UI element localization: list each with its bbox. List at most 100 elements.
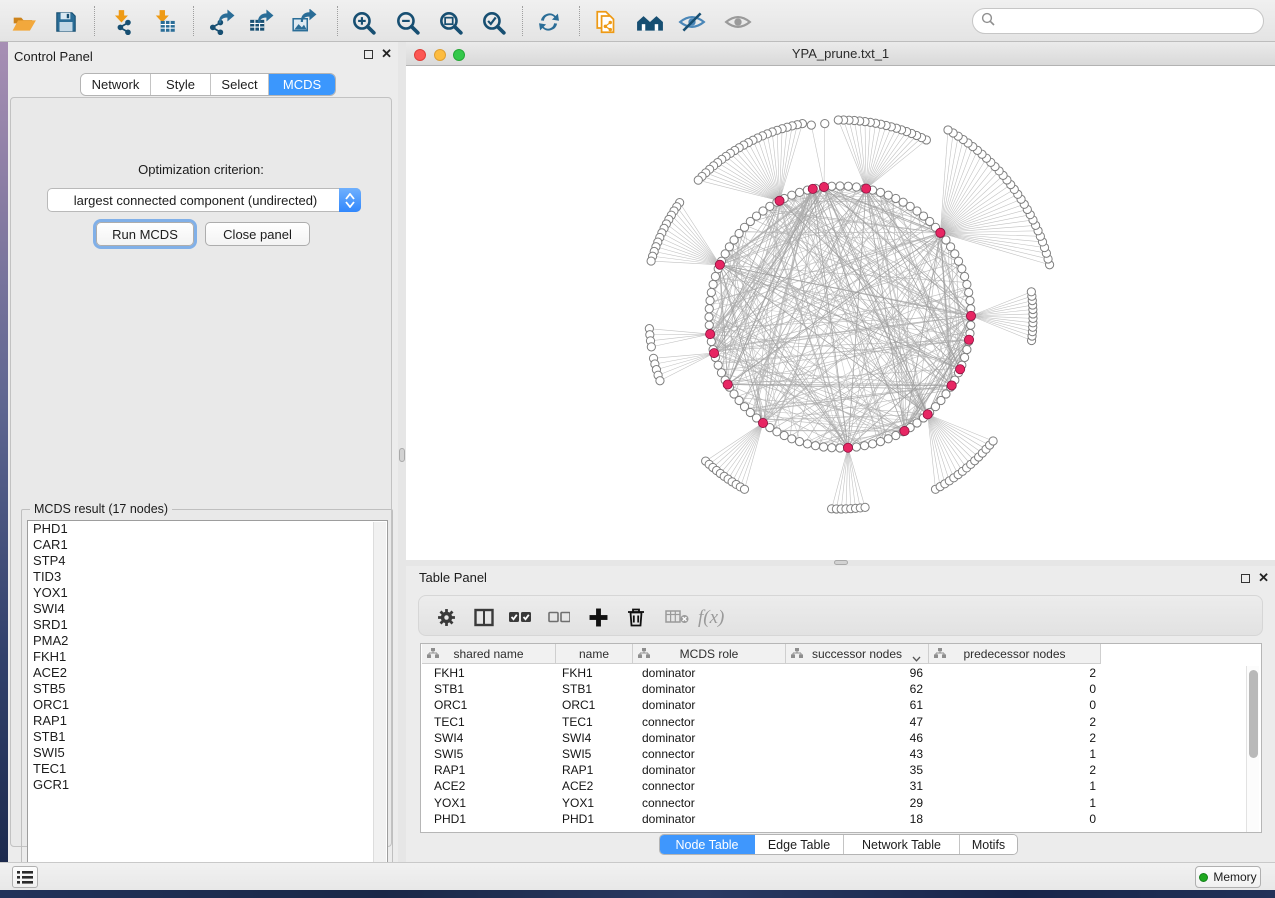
network-canvas[interactable] [406,66,1275,560]
task-history-button[interactable] [12,866,38,888]
mcds-result-list[interactable]: PHD1CAR1STP4TID3YOX1SWI4SRD1PMA2FKH1ACE2… [27,520,388,875]
mcds-result-item[interactable]: ORC1 [28,697,387,713]
search-input[interactable] [1000,14,1263,29]
export-image-icon[interactable] [290,8,318,36]
table-cell[interactable]: 2 [929,730,1101,746]
table-cell[interactable]: FKH1 [556,665,633,681]
mcds-result-item[interactable]: CAR1 [28,537,387,553]
table-cell[interactable]: ORC1 [556,697,633,713]
show-all-icon[interactable] [724,8,752,36]
tab-mcds[interactable]: MCDS [269,74,335,95]
memory-button[interactable]: Memory [1195,866,1261,888]
table-cell[interactable]: 0 [929,681,1101,697]
columns-icon[interactable] [471,604,497,630]
mcds-list-scrollbar[interactable] [373,522,386,875]
mcds-result-item[interactable]: STB1 [28,729,387,745]
zoom-out-icon[interactable] [393,8,421,36]
scrollbar-thumb[interactable] [1249,670,1258,758]
node-table[interactable]: shared namenameMCDS rolesuccessor nodesp… [420,643,1262,833]
delete-icon[interactable] [623,604,649,630]
table-cell[interactable]: 2 [929,762,1101,778]
table-cell[interactable]: 43 [786,746,929,762]
add-icon[interactable] [585,604,611,630]
table-cell[interactable]: connector [633,778,786,794]
table-cell[interactable]: 2 [929,665,1101,681]
zoom-selected-icon[interactable] [479,8,507,36]
mcds-result-item[interactable]: PMA2 [28,633,387,649]
table-cell[interactable]: 31 [786,778,929,794]
mcds-result-item[interactable]: TEC1 [28,761,387,777]
table-cell[interactable]: YOX1 [422,795,556,811]
mcds-result-item[interactable]: YOX1 [28,585,387,601]
mcds-result-item[interactable]: RAP1 [28,713,387,729]
column-header-MCDS-role[interactable]: MCDS role [633,644,786,664]
table-cell[interactable]: YOX1 [556,795,633,811]
tab-motifs[interactable]: Motifs [960,835,1017,854]
mcds-result-item[interactable]: STP4 [28,553,387,569]
table-cell[interactable]: STB1 [422,681,556,697]
mcds-result-item[interactable]: FKH1 [28,649,387,665]
optimization-criterion-select[interactable]: largest connected component (undirected) [47,188,361,212]
vertical-split-divider[interactable] [398,42,406,862]
divider-grip[interactable] [834,560,848,565]
hide-selected-icon[interactable] [678,8,706,36]
refresh-icon[interactable] [535,8,563,36]
table-cell[interactable]: PHD1 [556,811,633,827]
table-cell[interactable]: 47 [786,714,929,730]
tab-network[interactable]: Network [81,74,151,95]
table-cell[interactable]: 29 [786,795,929,811]
tab-network-table[interactable]: Network Table [844,835,960,854]
tab-style[interactable]: Style [151,74,211,95]
float-panel-icon[interactable] [364,50,373,59]
table-cell[interactable]: dominator [633,762,786,778]
column-header-name[interactable]: name [556,644,633,664]
first-neighbors-icon[interactable] [636,8,664,36]
mcds-result-item[interactable]: SWI5 [28,745,387,761]
search-box[interactable] [972,8,1264,34]
table-cell[interactable]: 0 [929,697,1101,713]
table-cell[interactable]: SWI5 [556,746,633,762]
table-cell[interactable]: dominator [633,697,786,713]
table-cell[interactable]: ORC1 [422,697,556,713]
table-cell[interactable]: dominator [633,811,786,827]
run-mcds-button[interactable]: Run MCDS [96,222,194,246]
table-cell[interactable]: connector [633,714,786,730]
mcds-result-item[interactable]: PHD1 [28,521,387,537]
table-cell[interactable]: SWI5 [422,746,556,762]
save-session-icon[interactable] [52,8,80,36]
table-cell[interactable]: 62 [786,681,929,697]
table-cell[interactable]: 35 [786,762,929,778]
table-cell[interactable]: SWI4 [556,730,633,746]
mcds-result-item[interactable]: STB5 [28,681,387,697]
table-cell[interactable]: ACE2 [422,778,556,794]
table-cell[interactable]: 1 [929,778,1101,794]
open-file-icon[interactable] [10,8,38,36]
table-cell[interactable]: 1 [929,746,1101,762]
copy-style-icon[interactable] [593,8,621,36]
mcds-result-item[interactable]: GCR1 [28,777,387,793]
import-table-icon[interactable] [151,8,179,36]
mcds-result-item[interactable]: SRD1 [28,617,387,633]
divider-grip[interactable] [399,448,405,462]
close-panel-icon[interactable]: ✕ [381,49,392,59]
select-all-icon[interactable] [507,604,533,630]
import-network-icon[interactable] [108,8,136,36]
table-cell[interactable]: PHD1 [422,811,556,827]
table-cell[interactable]: RAP1 [556,762,633,778]
tab-node-table[interactable]: Node Table [660,835,755,854]
table-cell[interactable]: dominator [633,730,786,746]
table-cell[interactable]: 1 [929,795,1101,811]
table-cell[interactable]: dominator [633,681,786,697]
sort-desc-icon[interactable] [912,651,921,665]
zoom-in-icon[interactable] [349,8,377,36]
table-cell[interactable]: 18 [786,811,929,827]
table-cell[interactable]: 2 [929,714,1101,730]
table-cell[interactable]: TEC1 [556,714,633,730]
column-header-successor-nodes[interactable]: successor nodes [786,644,929,664]
table-cell[interactable]: STB1 [556,681,633,697]
tab-edge-table[interactable]: Edge Table [755,835,844,854]
close-panel-button[interactable]: Close panel [205,222,310,246]
table-cell[interactable]: FKH1 [422,665,556,681]
table-cell[interactable]: RAP1 [422,762,556,778]
table-cell[interactable]: connector [633,795,786,811]
